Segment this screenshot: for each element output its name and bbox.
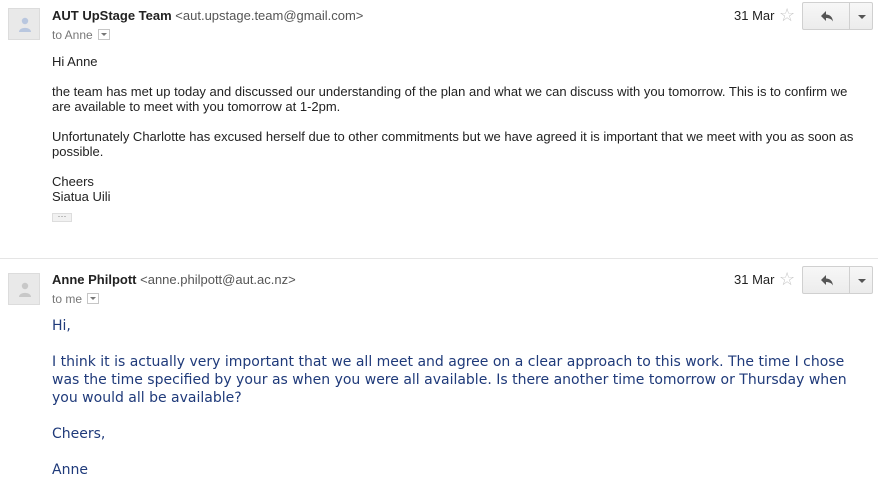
sender[interactable]: AUT UpStage Team <aut.upstage.team@gmail… — [52, 8, 363, 23]
reply-icon — [821, 275, 833, 286]
body-signature: Anne — [52, 462, 88, 478]
sender[interactable]: Anne Philpott <anne.philpott@aut.ac.nz> — [52, 272, 296, 287]
recipients-label: to me — [52, 292, 83, 306]
person-icon — [19, 282, 31, 297]
reply-icon — [821, 11, 833, 22]
star-icon[interactable]: ☆ — [779, 270, 795, 288]
sender-email: <aut.upstage.team@gmail.com> — [175, 8, 364, 23]
star-icon[interactable]: ☆ — [779, 6, 795, 24]
body-paragraph: Unfortunately Charlotte has excused hers… — [52, 129, 854, 159]
message-date[interactable]: 31 Mar — [734, 272, 774, 287]
reply-button[interactable] — [802, 266, 850, 294]
body-greeting: Hi, — [52, 318, 71, 334]
sender-name[interactable]: AUT UpStage Team — [52, 8, 172, 23]
show-trimmed-content-button[interactable]: ··· — [52, 212, 72, 222]
sender-email: <anne.philpott@aut.ac.nz> — [140, 272, 296, 287]
show-details-icon[interactable] — [87, 293, 100, 304]
recipients: to me — [52, 292, 100, 306]
reply-button-group — [802, 2, 873, 30]
recipients-label: to Anne — [52, 28, 93, 42]
message-body: Hi, I think it is actually very importan… — [52, 317, 852, 497]
body-greeting: Hi Anne — [52, 54, 98, 69]
body-signoff: Cheers, — [52, 426, 106, 442]
reply-button-group — [802, 266, 873, 294]
sender-name[interactable]: Anne Philpott — [52, 272, 137, 287]
email-message: AUT UpStage Team <aut.upstage.team@gmail… — [0, 0, 878, 258]
show-details-icon[interactable] — [97, 29, 110, 40]
avatar[interactable] — [8, 273, 40, 305]
more-options-button[interactable] — [849, 266, 873, 294]
email-message: Anne Philpott <anne.philpott@aut.ac.nz> … — [0, 259, 878, 492]
recipients: to Anne — [52, 28, 110, 42]
more-options-button[interactable] — [849, 2, 873, 30]
body-signature: Siatua Uili — [52, 189, 111, 204]
message-body: Hi Anne the team has met up today and di… — [52, 54, 867, 204]
person-icon — [19, 17, 31, 32]
message-date[interactable]: 31 Mar — [734, 8, 774, 23]
body-signoff: Cheers — [52, 174, 94, 189]
reply-button[interactable] — [802, 2, 850, 30]
body-paragraph: I think it is actually very important th… — [52, 354, 847, 406]
body-paragraph: the team has met up today and discussed … — [52, 84, 848, 114]
avatar[interactable] — [8, 8, 40, 40]
